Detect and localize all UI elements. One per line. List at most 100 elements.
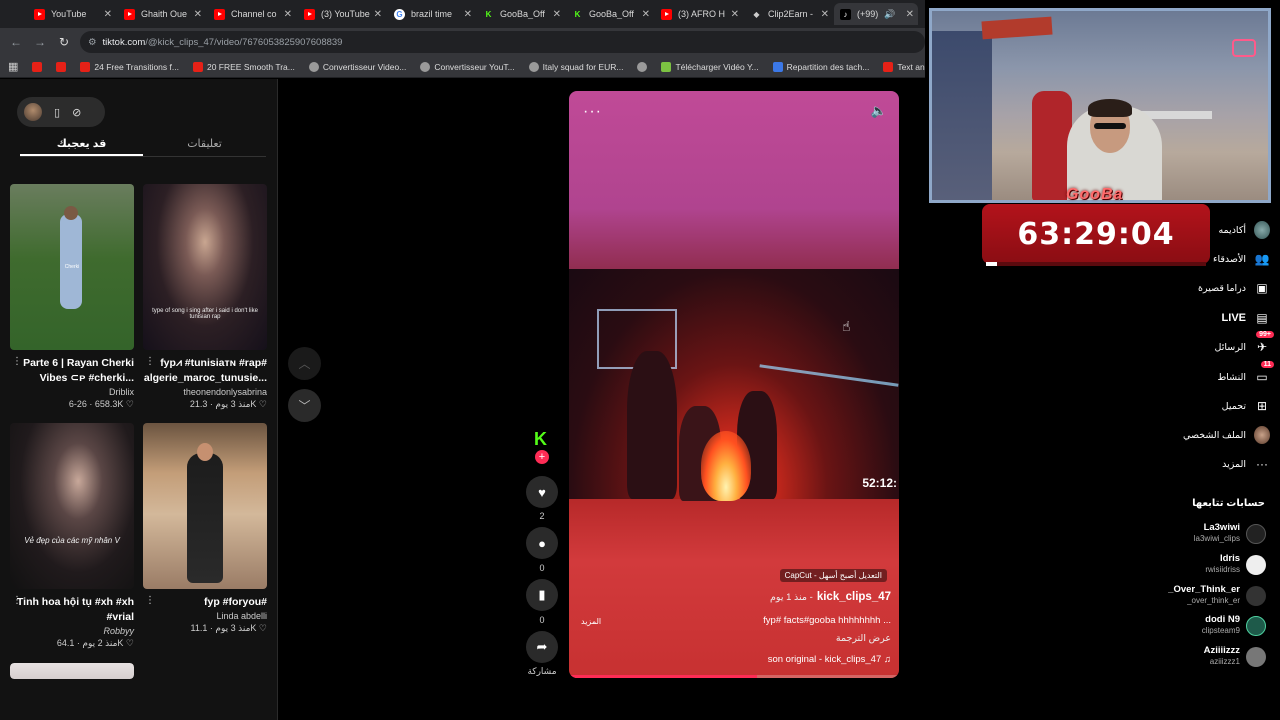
volume-icon[interactable]: 🔈 bbox=[871, 103, 887, 119]
browser-tab[interactable]: K GooBa_Off ✕ bbox=[566, 3, 654, 25]
dancer-head bbox=[197, 443, 213, 461]
video-card[interactable]: Vẻ đẹp của các mỹ nhân V Tinh hoa hội tụ… bbox=[10, 423, 134, 649]
browser-tab[interactable]: K GooBa_Off ✕ bbox=[477, 3, 565, 25]
video-card[interactable]: Cherki Parte 6 | Rayan Cherki Vibes ⊂ᴘ #c… bbox=[10, 184, 134, 410]
close-tab-icon[interactable]: ✕ bbox=[642, 9, 650, 20]
avatar[interactable] bbox=[24, 103, 42, 121]
previous-video-button[interactable]: ︿ bbox=[288, 347, 321, 380]
address-bar[interactable]: ⚙ tiktok.com/@kick_clips_47/video/767605… bbox=[80, 31, 925, 53]
tab-you-may-like[interactable]: قد يعجبك bbox=[20, 135, 143, 156]
video-card[interactable]: type of song i sing after i said i don't… bbox=[143, 184, 267, 410]
card-author[interactable]: Robbyy bbox=[10, 626, 134, 636]
nav-item-academy[interactable]: أكاديمه bbox=[1170, 219, 1270, 241]
video-thumbnail[interactable] bbox=[10, 663, 134, 679]
next-video-button[interactable]: ﹀ bbox=[288, 389, 321, 422]
browser-tab[interactable]: Gbrazil time ✕ bbox=[388, 3, 476, 25]
video-thumbnail[interactable]: type of song i sing after i said i don't… bbox=[143, 184, 267, 350]
bookmark[interactable]: Italy squad for EUR... bbox=[528, 61, 623, 72]
close-tab-icon[interactable]: ✕ bbox=[104, 9, 112, 20]
forward-icon[interactable]: → bbox=[28, 35, 52, 49]
nav-item-profile[interactable]: الملف الشخصي bbox=[1170, 424, 1270, 446]
more-options-icon[interactable]: ··· bbox=[583, 103, 602, 121]
close-tab-icon[interactable]: ✕ bbox=[374, 9, 382, 20]
follow-button[interactable]: + bbox=[535, 450, 549, 464]
close-tab-icon[interactable]: ✕ bbox=[553, 9, 561, 20]
close-tab-icon[interactable]: ✕ bbox=[284, 9, 292, 20]
following-account[interactable]: dodi N9 clipsteam9 bbox=[1140, 614, 1270, 640]
following-account[interactable]: La3wiwi la3wiwi_clips bbox=[1140, 522, 1270, 548]
phone-icon[interactable]: ▯ bbox=[54, 106, 60, 119]
following-account[interactable]: Idris rwisiidriss bbox=[1140, 553, 1270, 579]
close-tab-icon[interactable]: ✕ bbox=[821, 9, 829, 20]
video-thumbnail[interactable]: Vẻ đẹp của các mỹ nhân V bbox=[10, 423, 134, 589]
kebab-icon[interactable]: ⋮ bbox=[12, 595, 22, 606]
save-count: 0 bbox=[539, 615, 545, 625]
video-thumbnail[interactable] bbox=[143, 423, 267, 589]
nav-item-activity[interactable]: النشاط ▭ 11 bbox=[1170, 361, 1274, 388]
nav-item-friends[interactable]: الأصدقاء 👥 bbox=[1170, 248, 1270, 270]
share-button[interactable]: ➦ bbox=[526, 631, 558, 663]
avatar-icon bbox=[1254, 221, 1270, 239]
bookmark[interactable]: Text and Image ani... bbox=[883, 61, 925, 72]
bookmark[interactable]: 24 Free Transitions f... bbox=[80, 61, 179, 72]
back-icon[interactable]: ← bbox=[4, 35, 28, 49]
browser-tab[interactable]: YouTube ✕ bbox=[28, 3, 116, 25]
bookmark[interactable]: Télécharger Vidéo Y... bbox=[661, 61, 759, 72]
browser-tab[interactable]: (3) AFRO H ✕ bbox=[655, 3, 743, 25]
like-button[interactable]: ♥ bbox=[526, 476, 558, 508]
video-progress-bar[interactable] bbox=[569, 675, 899, 678]
bookmark[interactable] bbox=[32, 61, 43, 72]
nav-item-messages[interactable]: الرسائل ✈ 99+ bbox=[1170, 331, 1274, 358]
browser-tab[interactable]: Channel co ✕ bbox=[208, 3, 296, 25]
card-meta: منذ 3 يوم · 11.1K ♡ bbox=[190, 623, 267, 633]
nav-item-upload[interactable]: تحميل ⊞ bbox=[1170, 395, 1270, 417]
kebab-icon[interactable]: ⋮ bbox=[145, 595, 155, 606]
like-count: 2 bbox=[539, 511, 545, 521]
close-tab-icon[interactable]: ✕ bbox=[906, 9, 914, 20]
site-info-icon[interactable]: ⚙ bbox=[88, 37, 97, 48]
close-tab-icon[interactable]: ✕ bbox=[731, 9, 739, 20]
reload-icon[interactable]: ↻ bbox=[52, 35, 76, 49]
bookmark[interactable] bbox=[637, 61, 648, 72]
close-tab-icon[interactable]: ✕ bbox=[464, 9, 472, 20]
video-thumbnail[interactable]: Cherki bbox=[10, 184, 134, 350]
card-author[interactable]: Linda abdelli bbox=[143, 611, 267, 621]
bookmark[interactable]: 20 FREE Smooth Tra... bbox=[192, 61, 295, 72]
video-player[interactable]: ··· 🔈 52:12: CapCut - التعديل أصبح أسهل … bbox=[569, 91, 899, 678]
card-author[interactable]: Driblix bbox=[10, 387, 134, 397]
translate-link[interactable]: عرض الترجمة bbox=[836, 633, 891, 644]
card-meta: منذ 3 يوم · 21.3K ♡ bbox=[189, 399, 267, 409]
nav-item-more[interactable]: المزيد ··· bbox=[1170, 453, 1270, 475]
video-author[interactable]: منذ 1 يوم - kick_clips_47 bbox=[770, 591, 891, 603]
video-card[interactable] bbox=[10, 663, 134, 679]
bookmark[interactable]: Convertisseur YouT... bbox=[420, 61, 515, 72]
card-author[interactable]: theonendonlysabrina bbox=[143, 387, 267, 397]
person-figure bbox=[627, 351, 677, 499]
browser-tab-active[interactable]: ♪ ‪(+99)‬ 🔊 ✕ bbox=[834, 3, 918, 25]
close-tab-icon[interactable]: ✕ bbox=[194, 9, 202, 20]
nav-item-live[interactable]: LIVE ▤ bbox=[1170, 307, 1270, 329]
nav-item-drama[interactable]: دراما قصيرة ▣ bbox=[1170, 277, 1270, 299]
more-link[interactable]: المزيد bbox=[581, 617, 601, 626]
browser-tab[interactable]: (3) YouTube ✕ bbox=[298, 3, 386, 25]
video-card[interactable]: fyp #foryou# Linda abdelli منذ 3 يوم · 1… bbox=[143, 423, 267, 634]
bookmark[interactable]: Convertisseur Video... bbox=[308, 61, 406, 72]
browser-tab[interactable]: Ghaith Oue ✕ bbox=[118, 3, 206, 25]
compass-icon[interactable]: ⊘ bbox=[72, 106, 81, 119]
chevron-up-icon: ︿ bbox=[298, 357, 311, 371]
capcut-tag[interactable]: CapCut - التعديل أصبح أسهل bbox=[779, 569, 887, 582]
kebab-icon[interactable]: ⋮ bbox=[145, 356, 155, 367]
tab-comments[interactable]: تعليقات bbox=[143, 135, 266, 156]
browser-tab[interactable]: ◆ Clip2Earn - ✕ bbox=[745, 3, 833, 25]
following-account[interactable]: _Over_Think_er _over_think_er bbox=[1140, 584, 1270, 610]
save-button[interactable]: ▮ bbox=[526, 579, 558, 611]
following-title: حسابات تتابعها bbox=[1192, 498, 1265, 509]
kebab-icon[interactable]: ⋮ bbox=[12, 356, 22, 367]
bookmark[interactable]: Repartition des tach... bbox=[772, 61, 869, 72]
following-account[interactable]: Aziiiizzz aziiizzz1 bbox=[1140, 645, 1270, 671]
bookmark[interactable] bbox=[56, 61, 67, 72]
apps-grid-icon[interactable]: ▦ bbox=[8, 60, 18, 73]
creator-avatar[interactable]: K bbox=[534, 430, 551, 448]
comment-button[interactable]: ● bbox=[526, 527, 558, 559]
sound-link[interactable]: son original - kick_clips_47 ♫ bbox=[768, 654, 891, 665]
